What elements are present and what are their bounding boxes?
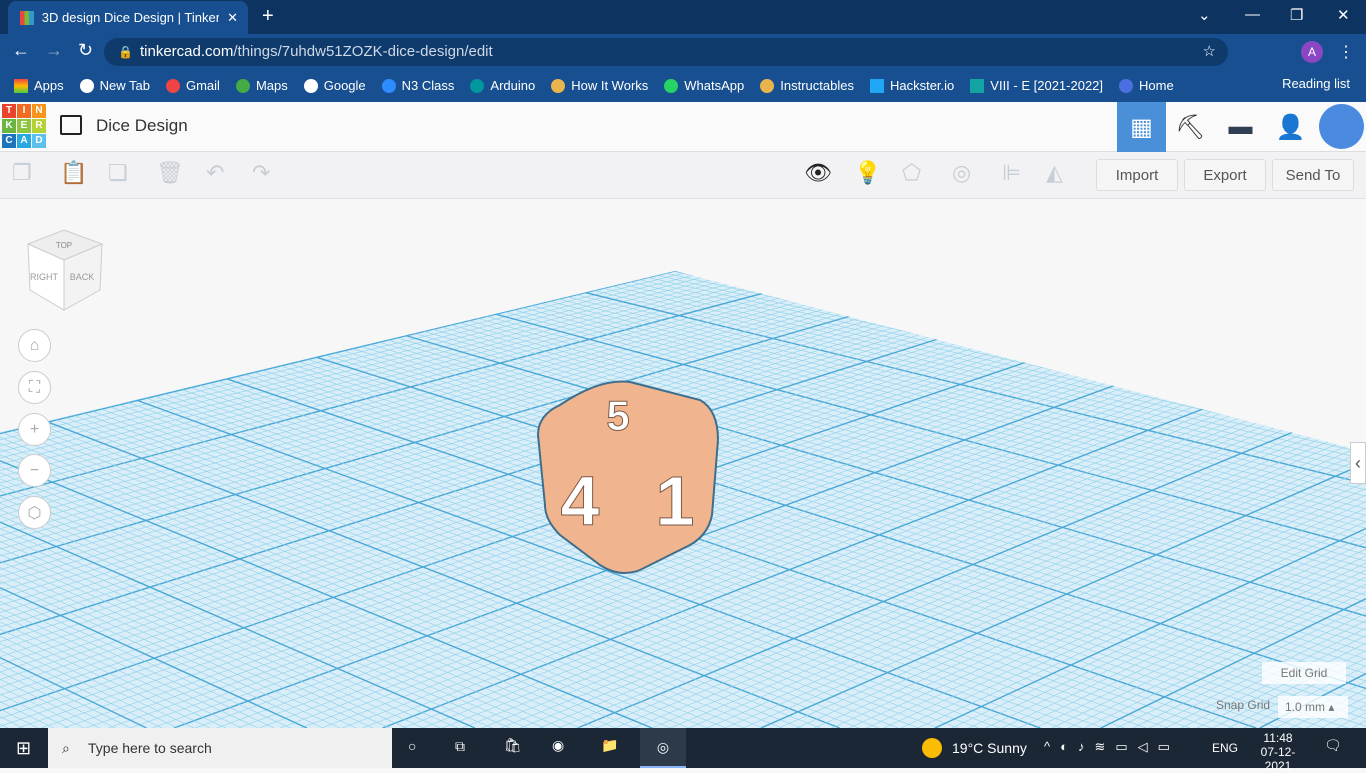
bricks-icon[interactable]: ▬ bbox=[1216, 102, 1265, 152]
bookmark[interactable]: Google bbox=[304, 78, 366, 94]
notifications-icon[interactable]: 🗨 bbox=[1324, 737, 1342, 754]
group-icon[interactable]: ⬠ bbox=[902, 160, 921, 186]
address-bar-area: ← → ↻ 🔒tinkercad.com/things/7uhdw51ZOZK-… bbox=[0, 34, 1366, 69]
delete-icon[interactable]: 🗑 bbox=[156, 160, 184, 186]
bookmark[interactable]: Home bbox=[1119, 78, 1174, 94]
import-button[interactable]: Import bbox=[1096, 159, 1178, 191]
redo-icon[interactable]: ↷ bbox=[252, 160, 270, 186]
user-avatar[interactable] bbox=[1319, 104, 1364, 149]
back-button[interactable]: ← bbox=[12, 40, 30, 61]
task-view-icon[interactable]: ⧉ bbox=[455, 738, 465, 755]
dice-face-number: 5 bbox=[606, 392, 629, 439]
bookmark[interactable]: Instructables bbox=[760, 78, 854, 94]
forward-button[interactable]: → bbox=[45, 40, 63, 61]
collapse-panel-chevron-icon[interactable]: ‹ bbox=[1350, 442, 1366, 484]
profile-avatar[interactable]: A bbox=[1301, 41, 1323, 63]
bookmark[interactable]: Gmail bbox=[166, 78, 220, 94]
dice-face-number: 4 bbox=[561, 462, 600, 540]
reload-button[interactable]: ↻ bbox=[78, 40, 93, 61]
bookmark[interactable]: N3 Class bbox=[382, 78, 455, 94]
add-user-icon[interactable]: 👤 bbox=[1266, 102, 1315, 152]
zoom-out-icon[interactable]: − bbox=[18, 454, 51, 487]
bookmarks-bar: Apps New Tab Gmail Maps Google N3 Class … bbox=[0, 69, 1366, 102]
view-cube[interactable]: TOP RIGHT BACK bbox=[26, 228, 102, 308]
windows-taskbar: ⊞ ⌕Type here to search ○ ⧉ 🛍 ◉ 📁 ◎ 19°C … bbox=[0, 728, 1366, 768]
close-tab-icon[interactable]: ✕ bbox=[227, 10, 238, 26]
workplane-viewport[interactable]: 5 4 1 TOP RIGHT BACK ⌂ ⛶ + − ⬡ ‹ Edit Gr… bbox=[0, 200, 1366, 728]
sun-icon bbox=[922, 738, 942, 758]
tab-strip: 3D design Dice Design | Tinkercad✕ + ⌄ —… bbox=[0, 0, 1366, 34]
language-indicator[interactable]: ENG bbox=[1212, 741, 1238, 755]
ungroup-icon[interactable]: ◎ bbox=[952, 160, 971, 186]
bookmark[interactable]: WhatsApp bbox=[664, 78, 744, 94]
pickaxe-icon[interactable]: ⛏ bbox=[1166, 102, 1215, 152]
notes-eye-icon[interactable]: 👁 bbox=[804, 160, 832, 186]
design-menu-icon[interactable] bbox=[60, 115, 82, 135]
url-input[interactable]: 🔒tinkercad.com/things/7uhdw51ZOZK-dice-d… bbox=[104, 38, 1228, 66]
store-icon[interactable]: 🛍 bbox=[504, 737, 522, 754]
taskbar-search-input[interactable]: ⌕Type here to search bbox=[48, 728, 392, 768]
close-window-button[interactable]: ✕ bbox=[1337, 6, 1350, 24]
svg-text:TOP: TOP bbox=[56, 241, 72, 250]
bookmark[interactable]: Maps bbox=[236, 78, 288, 94]
snap-grid-select[interactable]: 1.0 mm ▴ bbox=[1278, 696, 1348, 718]
lightbulb-icon[interactable]: 💡 bbox=[854, 160, 881, 186]
bookmark[interactable]: Hackster.io bbox=[870, 78, 954, 94]
search-icon: ⌕ bbox=[62, 740, 70, 757]
send-to-button[interactable]: Send To bbox=[1272, 159, 1354, 191]
lock-icon: 🔒 bbox=[118, 38, 133, 66]
bookmark[interactable]: Apps bbox=[14, 78, 64, 94]
cortana-icon[interactable]: ○ bbox=[408, 738, 416, 754]
reading-list[interactable]: Reading list bbox=[1282, 76, 1350, 91]
bookmark[interactable]: VIII - E [2021-2022] bbox=[970, 78, 1103, 94]
mirror-icon[interactable]: ◭ bbox=[1046, 160, 1063, 186]
system-tray-icons[interactable]: ^◐♪≋▭◁▭ bbox=[1044, 739, 1180, 755]
browser-tab[interactable]: 3D design Dice Design | Tinkercad✕ bbox=[8, 1, 248, 34]
dice-face-number: 1 bbox=[656, 462, 695, 540]
duplicate-icon[interactable]: ❏ bbox=[108, 160, 128, 186]
file-explorer-icon[interactable]: 📁 bbox=[601, 737, 618, 754]
menu-kebab-icon[interactable]: ⋮ bbox=[1338, 42, 1354, 62]
tab-search-icon[interactable]: ⌄ bbox=[1198, 6, 1211, 24]
restore-button[interactable]: ❐ bbox=[1290, 6, 1303, 24]
snap-grid-label: Snap Grid bbox=[1216, 698, 1270, 712]
tinkercad-favicon bbox=[20, 11, 34, 25]
perspective-icon[interactable]: ⬡ bbox=[18, 496, 51, 529]
home-view-icon[interactable]: ⌂ bbox=[18, 329, 51, 362]
fit-view-icon[interactable]: ⛶ bbox=[18, 371, 51, 404]
bookmark[interactable]: How It Works bbox=[551, 78, 648, 94]
svg-text:BACK: BACK bbox=[70, 272, 95, 282]
3d-view-button[interactable]: ▦ bbox=[1117, 102, 1166, 152]
tinkercad-logo[interactable]: TIN KER CAD bbox=[2, 104, 46, 148]
align-icon[interactable]: ⊫ bbox=[1002, 160, 1021, 186]
copy-icon[interactable]: ❐ bbox=[12, 160, 32, 186]
edge-icon[interactable]: ◉ bbox=[552, 737, 564, 754]
undo-icon[interactable]: ↶ bbox=[206, 160, 224, 186]
minimize-button[interactable]: — bbox=[1245, 6, 1260, 23]
paste-icon[interactable]: 📋 bbox=[60, 160, 87, 186]
export-button[interactable]: Export bbox=[1184, 159, 1266, 191]
bookmark[interactable]: Arduino bbox=[470, 78, 535, 94]
design-title[interactable]: Dice Design bbox=[96, 116, 188, 136]
svg-text:RIGHT: RIGHT bbox=[30, 272, 59, 282]
bookmark[interactable]: New Tab bbox=[80, 78, 150, 94]
chrome-taskbar-icon[interactable]: ◎ bbox=[640, 728, 686, 768]
workplane-grid[interactable]: 5 4 1 bbox=[0, 200, 1366, 728]
edit-grid-button[interactable]: Edit Grid bbox=[1262, 662, 1346, 684]
windows-start-icon[interactable]: ⊞ bbox=[16, 738, 31, 759]
star-icon[interactable]: ☆ bbox=[1203, 38, 1216, 66]
weather-text[interactable]: 19°C Sunny bbox=[952, 740, 1027, 756]
clock[interactable]: 11:4807-12-2021 bbox=[1248, 731, 1308, 773]
zoom-in-icon[interactable]: + bbox=[18, 413, 51, 446]
new-tab-button[interactable]: + bbox=[262, 5, 274, 28]
